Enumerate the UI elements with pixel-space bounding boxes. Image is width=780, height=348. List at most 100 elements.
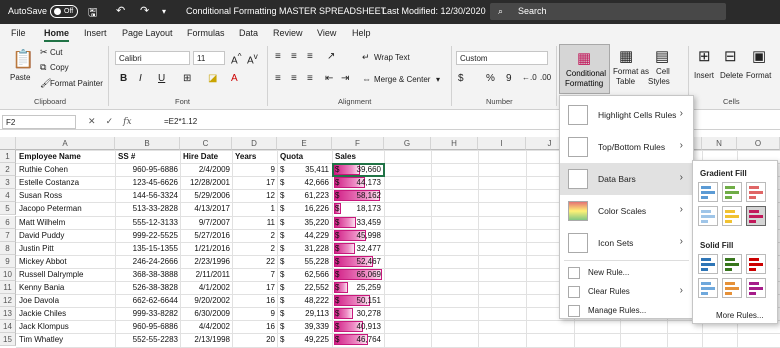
cell-years[interactable]: 12 xyxy=(233,189,277,202)
tab-view[interactable]: View xyxy=(317,28,336,38)
cancel-icon[interactable]: ✕ xyxy=(88,116,96,126)
cell-hire[interactable]: 9/20/2002 xyxy=(181,294,232,307)
gradient-bar-lightblue[interactable] xyxy=(698,206,718,226)
cell-quota[interactable]: 49,225 xyxy=(287,333,331,346)
font-color-icon[interactable]: A xyxy=(231,73,238,84)
merge-center-label[interactable]: Merge & Center xyxy=(374,75,430,84)
cell-sales[interactable]: 46,764 xyxy=(342,333,383,346)
format-as-table-icon[interactable]: ▦ xyxy=(619,47,633,65)
solid-bar-yellow[interactable] xyxy=(722,278,742,298)
insert-label[interactable]: Insert xyxy=(694,71,714,80)
cell-sales[interactable]: 30,278 xyxy=(342,307,383,320)
cell-name[interactable]: David Puddy xyxy=(17,229,115,242)
tab-data[interactable]: Data xyxy=(239,28,258,38)
increase-indent-icon[interactable]: ⇥ xyxy=(341,73,349,84)
percent-style-icon[interactable]: % xyxy=(486,73,495,84)
delete-label[interactable]: Delete xyxy=(720,71,743,80)
underline-icon[interactable]: U xyxy=(158,73,165,84)
increase-decimal-icon[interactable]: ←.0 xyxy=(522,73,537,82)
cell-quota[interactable]: 55,228 xyxy=(287,255,331,268)
column-header-h[interactable]: H xyxy=(431,137,478,150)
cell-hire[interactable]: 4/1/2002 xyxy=(181,281,232,294)
cell-ss[interactable]: 144-56-3324 xyxy=(116,189,180,202)
cell-styles-line1[interactable]: Cell xyxy=(656,67,670,76)
menu-item-icon-sets[interactable]: Icon Sets › xyxy=(560,227,693,259)
save-icon[interactable]: 🖫 xyxy=(88,4,97,23)
row-header[interactable]: 3 xyxy=(0,176,16,190)
paste-label[interactable]: Paste xyxy=(10,73,30,82)
copy-label[interactable]: Copy xyxy=(50,63,69,72)
font-size-select[interactable]: 11 xyxy=(193,51,225,65)
menu-item-color-scales[interactable]: Color Scales › xyxy=(560,195,693,227)
cell-sales[interactable]: 45,998 xyxy=(342,229,383,242)
align-top-icon[interactable]: ≡ xyxy=(275,51,281,62)
cell-ss[interactable]: 368-38-3888 xyxy=(116,268,180,281)
cut-icon[interactable]: ✂ xyxy=(40,47,48,58)
row-header[interactable]: 6 xyxy=(0,215,16,229)
cell-quota[interactable]: 35,220 xyxy=(287,216,331,229)
menu-item-clear-rules[interactable]: Clear Rules › xyxy=(560,282,693,301)
format-painter-label[interactable]: Format Painter xyxy=(50,79,103,88)
number-format-select[interactable]: Custom xyxy=(456,51,548,65)
column-header-g[interactable]: G xyxy=(384,137,431,150)
tab-formulas[interactable]: Formulas xyxy=(187,28,225,38)
cell-hire[interactable]: 1/21/2016 xyxy=(181,242,232,255)
cell-ss[interactable]: 960-95-6886 xyxy=(116,320,180,333)
cell-ss[interactable]: 513-33-2828 xyxy=(116,202,180,215)
header-cell-b[interactable]: SS # xyxy=(116,150,180,163)
column-header-e[interactable]: E xyxy=(277,137,332,150)
header-cell-f[interactable]: Sales xyxy=(333,150,384,163)
bold-icon[interactable]: B xyxy=(120,73,127,84)
wrap-text-label[interactable]: Wrap Text xyxy=(374,53,410,62)
cell-sales[interactable]: 58,162 xyxy=(342,189,383,202)
cell-name[interactable]: Jackie Chiles xyxy=(17,307,115,320)
italic-icon[interactable]: I xyxy=(139,73,142,84)
gradient-bar-yellow[interactable] xyxy=(722,206,742,226)
insert-function-icon[interactable]: fx xyxy=(123,117,131,127)
row-header[interactable]: 15 xyxy=(0,333,16,347)
cell-years[interactable]: 1 xyxy=(233,202,277,215)
merge-center-icon[interactable]: ⇔ xyxy=(362,74,371,84)
grow-font-icon[interactable]: A^ xyxy=(231,51,242,66)
cell-ss[interactable]: 960-95-6886 xyxy=(116,163,180,176)
row-header[interactable]: 14 xyxy=(0,320,16,334)
column-header-b[interactable]: B xyxy=(115,137,180,150)
cell-years[interactable]: 16 xyxy=(233,294,277,307)
cell-ss[interactable]: 662-62-6644 xyxy=(116,294,180,307)
format-label[interactable]: Format xyxy=(746,71,771,80)
comma-style-icon[interactable]: 9 xyxy=(506,73,512,84)
solid-bar-purple[interactable] xyxy=(746,278,766,298)
menu-item-data-bars[interactable]: Data Bars › xyxy=(560,163,693,195)
cell-name[interactable]: Jack Klompus xyxy=(17,320,115,333)
cell-hire[interactable]: 5/27/2016 xyxy=(181,229,232,242)
cell-sales[interactable]: 50,151 xyxy=(342,294,383,307)
cell-styles-line2[interactable]: Styles xyxy=(648,77,670,86)
solid-bar-lightblue[interactable] xyxy=(698,278,718,298)
shrink-font-icon[interactable]: Av xyxy=(247,51,258,66)
gradient-bar-red[interactable] xyxy=(746,182,766,202)
cell-quota[interactable]: 35,411 xyxy=(287,163,331,176)
align-middle-icon[interactable]: ≡ xyxy=(291,51,297,62)
cell-quota[interactable]: 31,228 xyxy=(287,242,331,255)
cell-hire[interactable]: 2/4/2009 xyxy=(181,163,232,176)
tab-page-layout[interactable]: Page Layout xyxy=(122,28,173,38)
cell-name[interactable]: Mickey Abbot xyxy=(17,255,115,268)
cell-hire[interactable]: 9/7/2007 xyxy=(181,216,232,229)
customize-qat-icon[interactable]: ▾ xyxy=(162,7,166,16)
cell-years[interactable]: 17 xyxy=(233,281,277,294)
row-header[interactable]: 9 xyxy=(0,254,16,268)
column-header-i[interactable]: I xyxy=(478,137,526,150)
cell-name[interactable]: Ruthie Cohen xyxy=(17,163,115,176)
undo-icon[interactable]: ↶ xyxy=(116,4,125,17)
header-cell-c[interactable]: Hire Date xyxy=(181,150,232,163)
cell-sales[interactable]: 32,477 xyxy=(342,242,383,255)
row-header[interactable]: 13 xyxy=(0,307,16,321)
align-left-icon[interactable]: ≡ xyxy=(275,73,281,84)
conditional-formatting-button[interactable]: ▦ Conditional Formatting xyxy=(559,44,610,94)
cell-ss[interactable]: 999-22-5525 xyxy=(116,229,180,242)
cell-quota[interactable]: 29,113 xyxy=(287,307,331,320)
menu-item-highlight-cells-rules[interactable]: Highlight Cells Rules › xyxy=(560,99,693,131)
more-rules-link[interactable]: More Rules... xyxy=(716,311,764,320)
cell-years[interactable]: 9 xyxy=(233,307,277,320)
cell-ss[interactable]: 552-55-2283 xyxy=(116,333,180,346)
